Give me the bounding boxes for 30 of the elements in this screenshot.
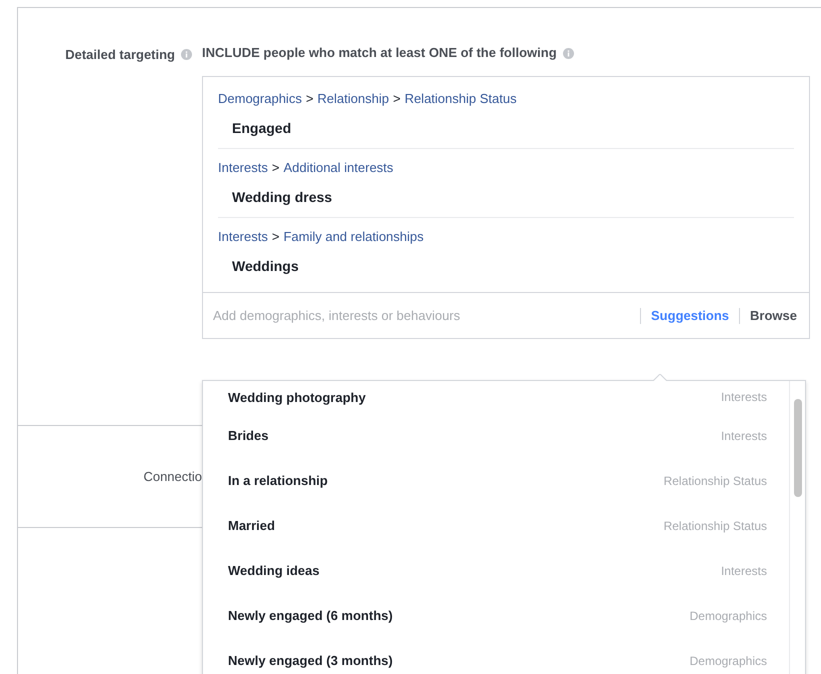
path-separator: >	[272, 228, 280, 246]
field-label: Connectio	[143, 468, 202, 486]
tab[interactable]: Browse	[750, 306, 797, 326]
search-field[interactable]: Add demographics, interests or behaviours	[213, 306, 630, 326]
suggestion-item[interactable]: Brides Interests	[203, 413, 789, 458]
path-separator: >	[272, 159, 280, 178]
selected-item: Engaged	[232, 118, 292, 138]
category-link[interactable]: Interests	[218, 227, 268, 247]
suggestion-item[interactable]: Newly engaged (6 months) Demographics	[203, 593, 789, 638]
category-link[interactable]: Demographics	[218, 89, 302, 109]
category-link[interactable]: Additional interests	[283, 158, 394, 178]
tab[interactable]: Suggestions	[651, 306, 730, 326]
category-link[interactable]: Relationship Status	[404, 89, 517, 109]
suggestion-item[interactable]: Wedding photography Interests	[203, 381, 789, 413]
suggestion-item[interactable]: Married Relationship Status	[203, 503, 789, 548]
category-link[interactable]: Interests	[218, 158, 268, 178]
field-label: Detailed targeting	[65, 46, 175, 64]
category-link[interactable]: Relationship	[317, 89, 389, 109]
path-separator: >	[306, 90, 314, 108]
info-icon[interactable]	[562, 48, 574, 58]
selected-item: Wedding dress	[232, 188, 332, 207]
path-separator: >	[392, 90, 401, 108]
info-icon[interactable]	[181, 49, 192, 60]
suggestion-item[interactable]: Newly engaged (3 months) Demographics	[203, 638, 789, 674]
category-link[interactable]: Family and relationships	[283, 227, 424, 247]
scrollbar-thumb[interactable]	[794, 399, 802, 497]
suggestion-item[interactable]: Wedding ideas Interests	[203, 548, 789, 593]
section-heading: INCLUDE people who match at least ONE of the following	[202, 44, 557, 62]
suggestion-item[interactable]: In a relationship Relationship Status	[203, 458, 789, 503]
selected-item: Weddings	[232, 256, 299, 276]
